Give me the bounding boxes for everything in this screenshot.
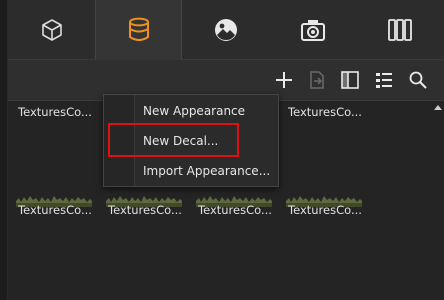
menu-item-import-appearance[interactable]: Import Appearance... bbox=[143, 164, 270, 178]
panel-toggle-button[interactable] bbox=[338, 68, 362, 92]
tab-appearances[interactable] bbox=[95, 0, 183, 60]
tab-output[interactable] bbox=[356, 0, 444, 60]
library-item-label: TexturesCo... bbox=[288, 105, 362, 119]
tab-environments[interactable] bbox=[182, 0, 270, 60]
image-icon bbox=[214, 18, 237, 41]
library-item-label: TexturesCo... bbox=[18, 105, 92, 119]
camera-icon bbox=[301, 19, 326, 41]
library-item[interactable]: TexturesCo... bbox=[106, 193, 182, 221]
library-item[interactable]: TexturesCo... bbox=[16, 193, 92, 221]
library-item[interactable]: TexturesCo... bbox=[286, 193, 362, 221]
tab-bar bbox=[8, 0, 444, 60]
library-item[interactable]: TexturesCo... bbox=[196, 193, 272, 221]
search-icon bbox=[409, 71, 427, 89]
export-icon bbox=[310, 71, 324, 89]
panel-icon bbox=[341, 71, 359, 89]
scroll-up-arrow[interactable] bbox=[434, 105, 442, 110]
add-button[interactable] bbox=[272, 68, 296, 92]
library-item[interactable]: TexturesCo... bbox=[286, 95, 362, 123]
left-panel-edge bbox=[0, 0, 8, 300]
grid-view-icon bbox=[376, 73, 392, 88]
cube-icon bbox=[41, 18, 62, 41]
plus-icon bbox=[276, 72, 292, 88]
view-mode-button[interactable] bbox=[372, 68, 396, 92]
library-item-label: TexturesCo... bbox=[18, 203, 92, 217]
menu-item-new-appearance[interactable]: New Appearance bbox=[143, 104, 245, 118]
tab-cameras[interactable] bbox=[269, 0, 357, 60]
tab-models[interactable] bbox=[8, 0, 96, 60]
library-item-label: TexturesCo... bbox=[108, 203, 182, 217]
export-button[interactable] bbox=[305, 68, 329, 92]
library-item-label: TexturesCo... bbox=[288, 203, 362, 217]
columns-icon bbox=[388, 18, 413, 41]
library-item-label: TexturesCo... bbox=[198, 203, 272, 217]
library-item[interactable]: TexturesCo... bbox=[16, 95, 92, 123]
database-icon bbox=[128, 17, 149, 41]
search-button[interactable] bbox=[406, 68, 430, 92]
highlight-box bbox=[108, 123, 239, 157]
